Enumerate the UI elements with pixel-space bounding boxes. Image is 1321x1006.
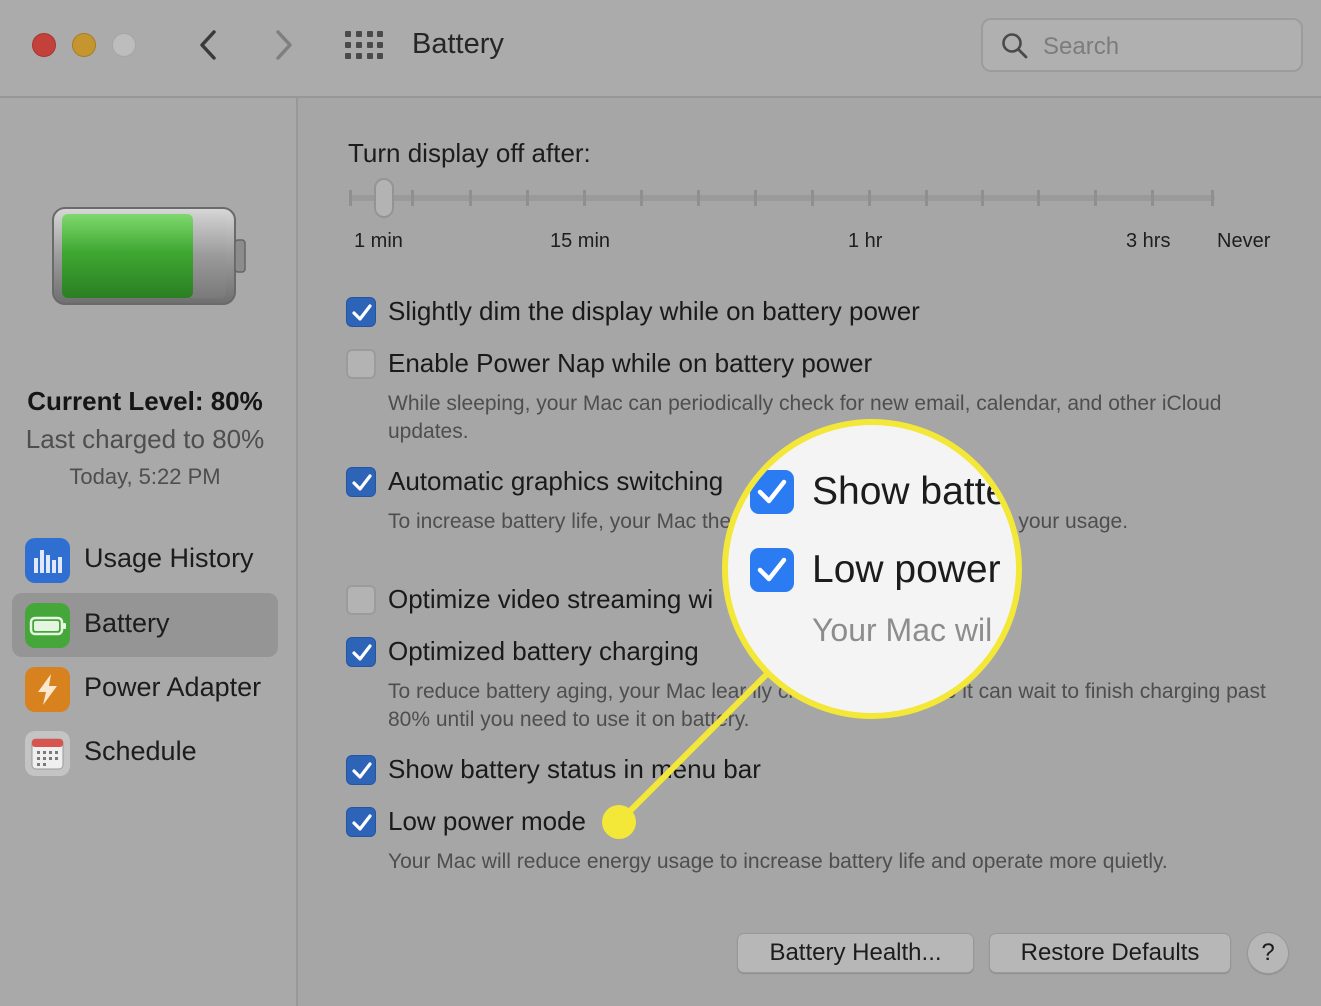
- magnified-checkbox: [750, 548, 794, 592]
- magnified-subtext: Your Mac wil: [812, 612, 993, 648]
- callout-pointer: [602, 652, 789, 839]
- magnified-checkbox: [750, 470, 794, 514]
- magnifier-callout: Show batte Low power Your Mac wil: [722, 419, 1022, 719]
- magnified-text: Show batte: [812, 470, 1008, 513]
- magnified-text: Low power: [812, 548, 1001, 591]
